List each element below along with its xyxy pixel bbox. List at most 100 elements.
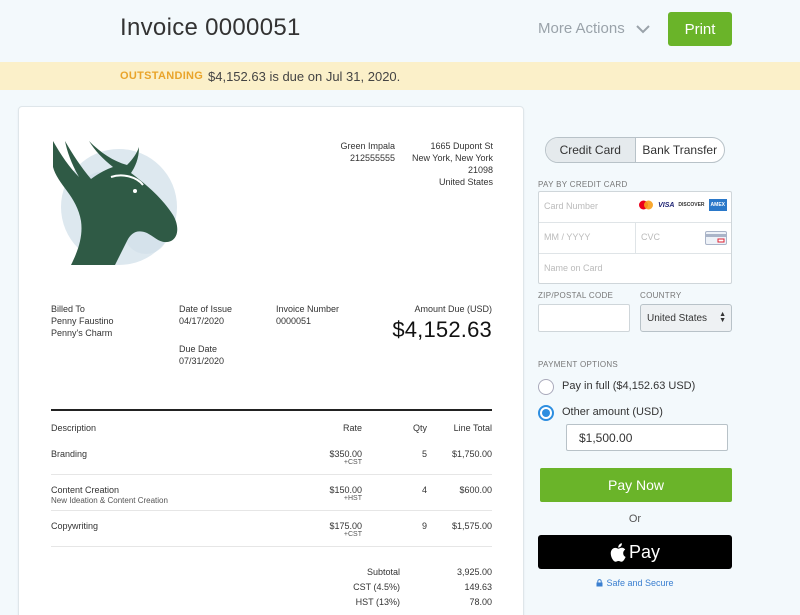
country-select[interactable]: United States ▲ ▼ — [640, 304, 732, 332]
item-total: $1,575.00 — [451, 521, 492, 531]
expiry-input[interactable] — [544, 232, 632, 242]
col-description: Description — [51, 423, 97, 433]
payment-method-toggle: Credit Card Bank Transfer — [545, 137, 725, 163]
due-date: Due Date 07/31/2020 — [179, 343, 224, 367]
country-label: COUNTRY — [640, 291, 682, 300]
lock-icon — [596, 579, 603, 587]
item-description: Copywriting — [51, 521, 99, 531]
other-amount-label: Other amount (USD) — [562, 406, 663, 418]
table-row: Copywriting $175.00 +CST 9 $1,575.00 — [51, 511, 492, 547]
billed-to-label: Billed To — [51, 304, 85, 314]
item-description: Branding — [51, 449, 88, 459]
pay-in-full-label: Pay in full ($4,152.63 USD) — [562, 380, 696, 392]
safe-secure-link[interactable]: Safe and Secure — [524, 578, 746, 588]
item-rate: $150.00 — [329, 485, 362, 495]
zip-input[interactable] — [538, 304, 630, 332]
amount-due: Amount Due (USD) $4,152.63 — [359, 303, 492, 343]
page-header: Invoice 0000051 More Actions Print — [0, 0, 800, 62]
totals-row: CST (4.5%) 149.63 — [299, 582, 492, 597]
date-of-issue: Date of Issue 04/17/2020 — [179, 303, 232, 327]
apple-icon — [610, 542, 626, 562]
item-qty: 4 — [421, 485, 427, 495]
col-rate: Rate — [342, 423, 362, 433]
total-label: HST (13%) — [355, 597, 400, 607]
visa-icon: VISA — [658, 201, 675, 209]
name-on-card-input[interactable] — [544, 263, 724, 273]
item-description: Content Creation — [51, 485, 120, 495]
pay-in-full-radio[interactable] — [538, 379, 554, 395]
or-divider: Or — [628, 513, 642, 525]
billed-to-company: Penny's Charm — [51, 328, 113, 338]
cvc-input[interactable] — [641, 232, 701, 242]
due-message: $4,152.63 is due on Jul 31, 2020. — [208, 68, 401, 84]
table-header: Description Rate Qty Line Total — [51, 411, 492, 439]
amex-icon: AMEX — [708, 199, 727, 211]
item-total: $600.00 — [459, 485, 492, 495]
item-tax: +CST — [343, 531, 362, 538]
col-qty: Qty — [412, 423, 427, 433]
print-button[interactable]: Print — [668, 12, 732, 46]
page-title: Invoice 0000051 — [120, 14, 301, 41]
other-amount-input[interactable] — [566, 424, 728, 451]
due-date-label: Due Date — [179, 344, 218, 354]
more-actions-label: More Actions — [538, 20, 625, 37]
total-value: 3,925.00 — [456, 567, 492, 577]
item-qty: 5 — [421, 449, 427, 459]
total-label: Subtotal — [366, 567, 400, 577]
card-form: VISA DISCOVER AMEX — [538, 191, 732, 284]
invoice-number-label: Invoice Number — [276, 304, 340, 314]
tab-bank-transfer[interactable]: Bank Transfer — [636, 138, 725, 162]
col-line-total: Line Total — [453, 423, 492, 433]
card-brands: VISA DISCOVER AMEX — [638, 199, 727, 211]
date-of-issue-value: 04/17/2020 — [179, 316, 225, 326]
totals: Subtotal 3,925.00 CST (4.5%) 149.63 HST … — [299, 567, 492, 612]
invoice-number: Invoice Number 0000051 — [276, 303, 339, 327]
mastercard-icon — [639, 200, 654, 210]
more-actions-button[interactable]: More Actions — [538, 20, 651, 37]
item-rate: $350.00 — [329, 449, 362, 459]
total-value: 78.00 — [469, 597, 492, 607]
total-value: 149.63 — [464, 582, 492, 592]
from-phone: 212555555 — [349, 153, 395, 163]
totals-row: Subtotal 3,925.00 — [299, 567, 492, 582]
totals-row: HST (13%) 78.00 — [299, 597, 492, 612]
total-label: CST (4.5%) — [353, 582, 400, 592]
item-rate: $175.00 — [329, 521, 362, 531]
other-amount-radio[interactable] — [538, 405, 554, 421]
from-address: 1665 Dupont St New York, New York 21098 … — [401, 140, 493, 188]
amount-due-value: $4,152.63 — [392, 317, 492, 342]
item-qty: 9 — [421, 521, 427, 531]
select-arrows-icon: ▲ ▼ — [719, 311, 726, 324]
due-date-value: 07/31/2020 — [179, 356, 225, 366]
from-name: Green Impala — [340, 141, 395, 151]
line-items-table: Description Rate Qty Line Total Branding… — [51, 409, 492, 547]
status-badge: OUTSTANDING — [120, 70, 204, 82]
item-tax: +CST — [343, 459, 362, 466]
payment-options-label: PAYMENT OPTIONS — [538, 360, 619, 369]
pay-by-card-label: PAY BY CREDIT CARD — [538, 180, 628, 189]
chevron-down-icon — [636, 24, 650, 33]
card-number-input[interactable] — [544, 201, 624, 211]
date-of-issue-label: Date of Issue — [179, 304, 233, 314]
apple-pay-button[interactable]: Pay — [538, 535, 732, 569]
field-divider — [635, 223, 636, 254]
amount-due-label: Amount Due (USD) — [414, 304, 492, 314]
cvc-card-icon — [705, 231, 727, 245]
item-tax: +HST — [343, 495, 362, 502]
country-value: United States — [647, 312, 708, 324]
pay-now-button[interactable]: Pay Now — [540, 468, 732, 502]
item-total: $1,750.00 — [451, 449, 492, 459]
billed-to-name: Penny Faustino — [51, 316, 114, 326]
address-country: United States — [438, 177, 493, 187]
address-zip: 21098 — [467, 165, 493, 175]
tab-credit-card[interactable]: Credit Card — [546, 138, 636, 162]
address-line2: New York, New York — [411, 153, 493, 163]
zip-label: ZIP/POSTAL CODE — [538, 291, 614, 300]
secure-label: Safe and Secure — [606, 578, 674, 588]
discover-icon: DISCOVER — [678, 202, 705, 208]
invoice-number-value: 0000051 — [276, 316, 312, 326]
from-info: Green Impala 212555555 — [311, 140, 395, 164]
apple-pay-label: Pay — [628, 541, 661, 562]
address-line1: 1665 Dupont St — [430, 141, 493, 151]
invoice-card: Green Impala 212555555 1665 Dupont St Ne… — [18, 106, 524, 615]
